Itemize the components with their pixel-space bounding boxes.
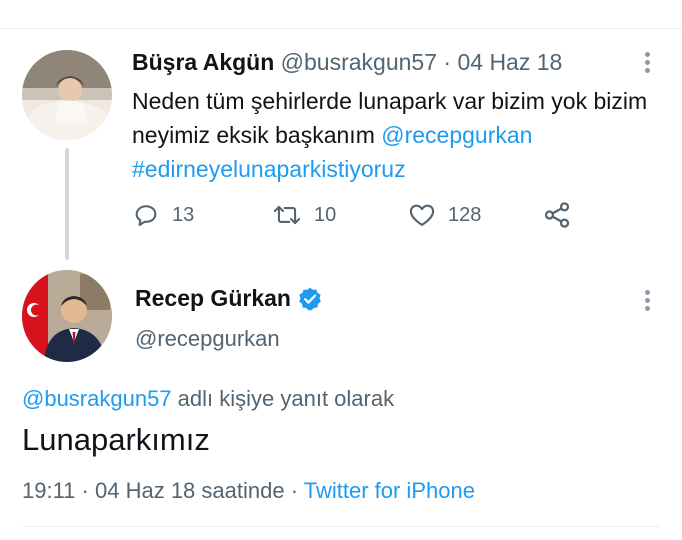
reply-button[interactable]: 13	[132, 198, 194, 232]
parent-hashtag-link[interactable]: #edirneyelunaparkistiyoruz	[132, 156, 406, 182]
reply-icon	[135, 205, 157, 226]
main-tweet-meta: 19:11 · 04 Haz 18 saatinde · Twitter for…	[22, 478, 475, 504]
main-author-avatar[interactable]	[22, 270, 112, 362]
main-author-handle[interactable]: @recepgurkan	[135, 326, 280, 352]
top-divider	[0, 28, 682, 29]
more-vertical-icon[interactable]	[645, 290, 651, 314]
retweet-button[interactable]: 10	[272, 198, 336, 232]
tweet-time[interactable]: 19:11	[22, 478, 75, 503]
parent-author-handle[interactable]: @busrakgun57	[281, 49, 437, 75]
verified-badge-icon	[299, 287, 321, 310]
bottom-divider	[22, 526, 660, 527]
parent-date[interactable]: 04 Haz 18	[457, 49, 562, 75]
thread-connector-line	[65, 148, 69, 260]
retweet-icon	[273, 205, 301, 225]
like-button[interactable]: 128	[408, 198, 481, 232]
parent-tweet-header: Büşra Akgün @busrakgun57 · 04 Haz 18	[132, 48, 562, 76]
parent-separator: ·	[443, 49, 452, 75]
more-vertical-icon[interactable]	[645, 52, 651, 76]
tweet-source-link[interactable]: Twitter for iPhone	[304, 478, 475, 503]
parent-tweet-text: Neden tüm şehirlerde lunapark var bizim …	[132, 84, 652, 186]
reply-to-handle-link[interactable]: @busrakgun57	[22, 386, 172, 411]
parent-action-bar: 13 10 128	[132, 198, 592, 232]
main-author-name-row: Recep Gürkan	[135, 285, 323, 312]
parent-author-name[interactable]: Büşra Akgün	[132, 49, 274, 75]
parent-mention-link[interactable]: @recepgurkan	[381, 122, 532, 148]
retweet-count: 10	[314, 203, 337, 226]
share-icon	[544, 202, 570, 228]
main-author-name[interactable]: Recep Gürkan	[135, 285, 291, 312]
meta-separator-2: ·	[290, 478, 299, 503]
tweet-date[interactable]: 04 Haz 18 saatinde	[95, 478, 285, 503]
main-tweet-text: Lunaparkımız	[22, 422, 210, 457]
reply-to-suffix: adlı kişiye yanıt olarak	[171, 386, 395, 411]
parent-author-avatar[interactable]	[22, 50, 112, 140]
heart-icon	[409, 204, 435, 226]
like-count: 128	[448, 203, 482, 226]
replying-to-line: @busrakgun57 adlı kişiye yanıt olarak	[22, 386, 394, 412]
share-button[interactable]	[542, 198, 572, 232]
meta-separator: ·	[81, 478, 89, 503]
reply-count: 13	[172, 203, 195, 226]
